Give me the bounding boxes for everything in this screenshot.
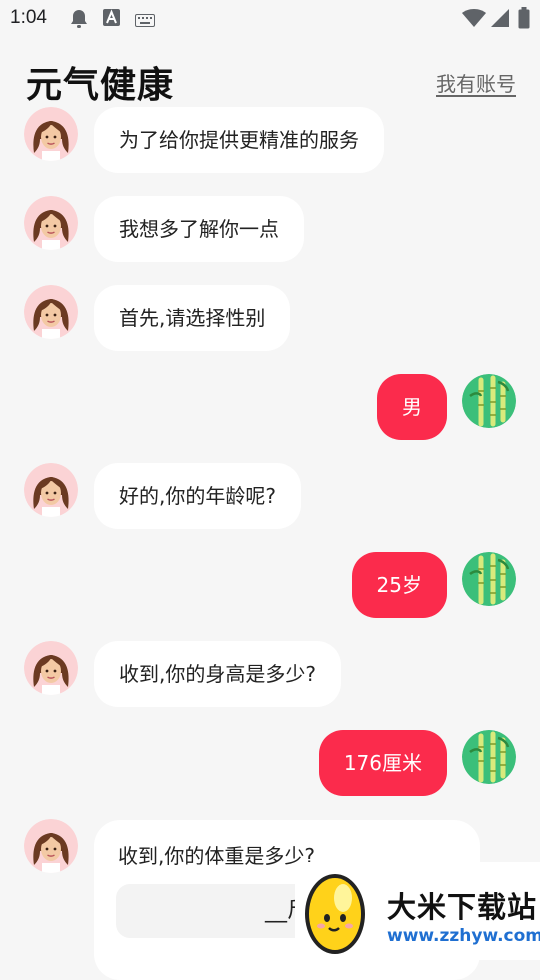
weight-question: 收到,你的体重是多少? — [118, 844, 315, 868]
page-header: 元气健康 我有账号 — [0, 56, 540, 108]
user-message: 男 — [377, 374, 447, 440]
keyboard-icon — [135, 12, 155, 31]
user-avatar — [462, 552, 516, 606]
battery-icon — [518, 7, 530, 33]
assistant-message: 为了给你提供更精准的服务 — [94, 107, 384, 173]
watermark-url: www.zzhyw.com — [387, 926, 540, 946]
assistant-avatar — [24, 819, 78, 873]
page-title: 元气健康 — [26, 65, 175, 106]
text-a-icon — [103, 9, 120, 30]
user-avatar — [462, 374, 516, 428]
assistant-message: 好的,你的年龄呢? — [94, 463, 301, 529]
assistant-message: 我想多了解你一点 — [94, 196, 304, 262]
wifi-icon — [462, 8, 486, 32]
user-message: 25岁 — [351, 552, 447, 618]
cellular-signal-icon — [490, 8, 510, 32]
notification-bell-icon — [68, 9, 90, 33]
status-time: 1:04 — [10, 7, 47, 28]
rice-mascot-icon — [299, 868, 369, 962]
user-message: 176厘米 — [318, 730, 447, 796]
have-account-link[interactable]: 我有账号 — [436, 68, 516, 97]
assistant-message: 首先,请选择性别 — [94, 285, 291, 351]
status-bar: 1:04 — [0, 0, 540, 36]
assistant-avatar — [24, 196, 78, 250]
user-avatar — [462, 730, 516, 784]
site-watermark: 大米下载站 www.zzhyw.com — [295, 862, 540, 960]
watermark-name: 大米下载站 — [387, 890, 538, 924]
assistant-avatar — [24, 107, 78, 161]
assistant-avatar — [24, 285, 78, 339]
assistant-message: 收到,你的身高是多少? — [94, 641, 341, 707]
assistant-avatar — [24, 463, 78, 517]
assistant-avatar — [24, 641, 78, 695]
